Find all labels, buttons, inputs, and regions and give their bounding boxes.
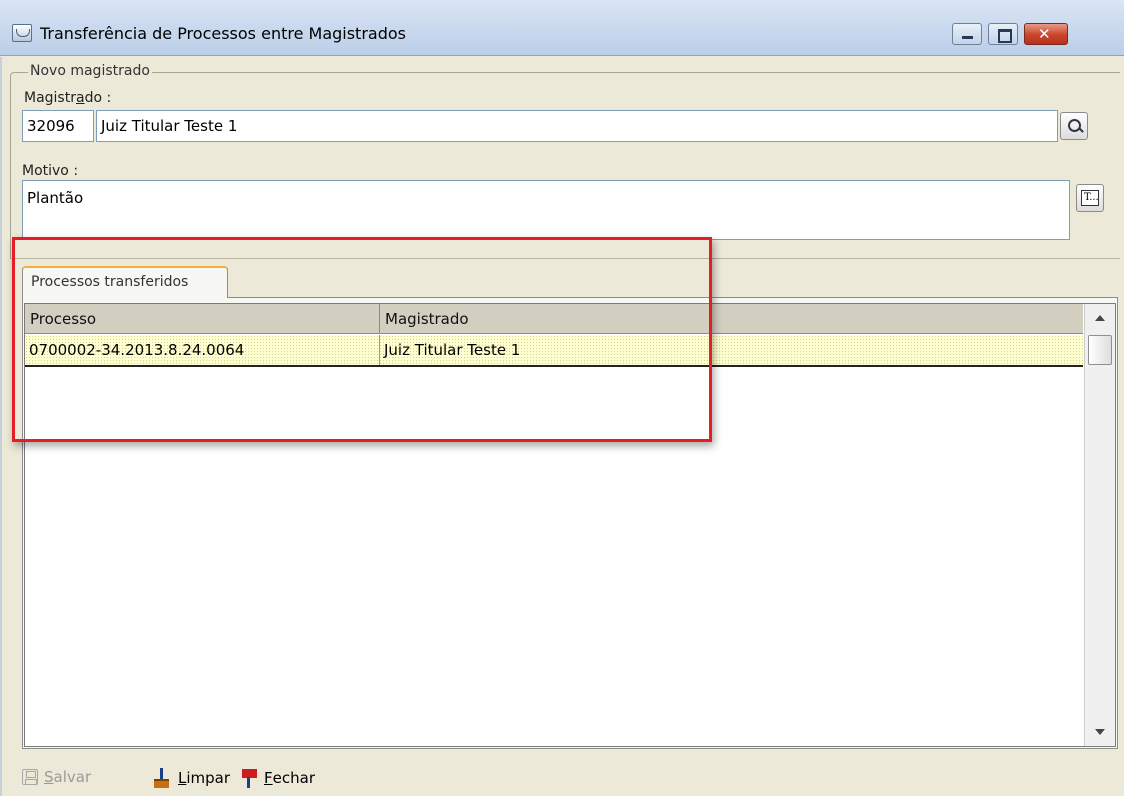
maximize-button[interactable]: [988, 23, 1018, 45]
column-header-magistrado[interactable]: Magistrado: [380, 304, 1083, 334]
vertical-scrollbar[interactable]: [1084, 304, 1115, 746]
minimize-button[interactable]: [952, 23, 982, 45]
table-row[interactable]: 0700002-34.2013.8.24.0064 Juiz Titular T…: [25, 335, 1083, 367]
close-button[interactable]: [1024, 23, 1068, 45]
title-bar[interactable]: Transferência de Processos entre Magistr…: [0, 0, 1124, 56]
magistrado-name-input[interactable]: Juiz Titular Teste 1: [96, 110, 1058, 142]
bottom-toolbar: Salvar Limpar Fechar: [0, 752, 1124, 796]
column-header-processo[interactable]: Processo: [25, 304, 380, 334]
cell-magistrado[interactable]: Juiz Titular Teste 1: [380, 335, 1083, 365]
broom-icon: [152, 768, 172, 788]
scroll-up-icon[interactable]: [1085, 304, 1116, 332]
save-icon: [22, 769, 38, 785]
clear-button[interactable]: Limpar: [152, 768, 230, 788]
group-legend: Novo magistrado: [28, 63, 152, 79]
divider: [10, 258, 1120, 259]
window-title: Transferência de Processos entre Magistr…: [40, 24, 406, 43]
magistrado-label: Magistrado :: [24, 90, 112, 106]
grid-header: Processo Magistrado: [25, 304, 1083, 334]
tab-processos-transferidos[interactable]: Processos transferidos: [22, 266, 228, 298]
motivo-textarea[interactable]: Plantão: [22, 180, 1070, 240]
scroll-down-icon[interactable]: [1085, 718, 1116, 746]
scroll-thumb[interactable]: [1088, 335, 1112, 365]
app-icon[interactable]: [12, 24, 32, 42]
motivo-label: Motivo :: [22, 163, 79, 179]
text-editor-icon[interactable]: T...: [1076, 184, 1104, 212]
processos-grid[interactable]: Processo Magistrado 0700002-34.2013.8.24…: [24, 303, 1116, 747]
save-button[interactable]: Salvar: [22, 768, 91, 786]
flag-icon: [238, 768, 258, 788]
close-window-button[interactable]: Fechar: [238, 768, 315, 788]
search-icon[interactable]: [1060, 112, 1088, 140]
cell-processo[interactable]: 0700002-34.2013.8.24.0064: [25, 335, 380, 365]
magistrado-code-input[interactable]: 32096: [22, 110, 94, 142]
